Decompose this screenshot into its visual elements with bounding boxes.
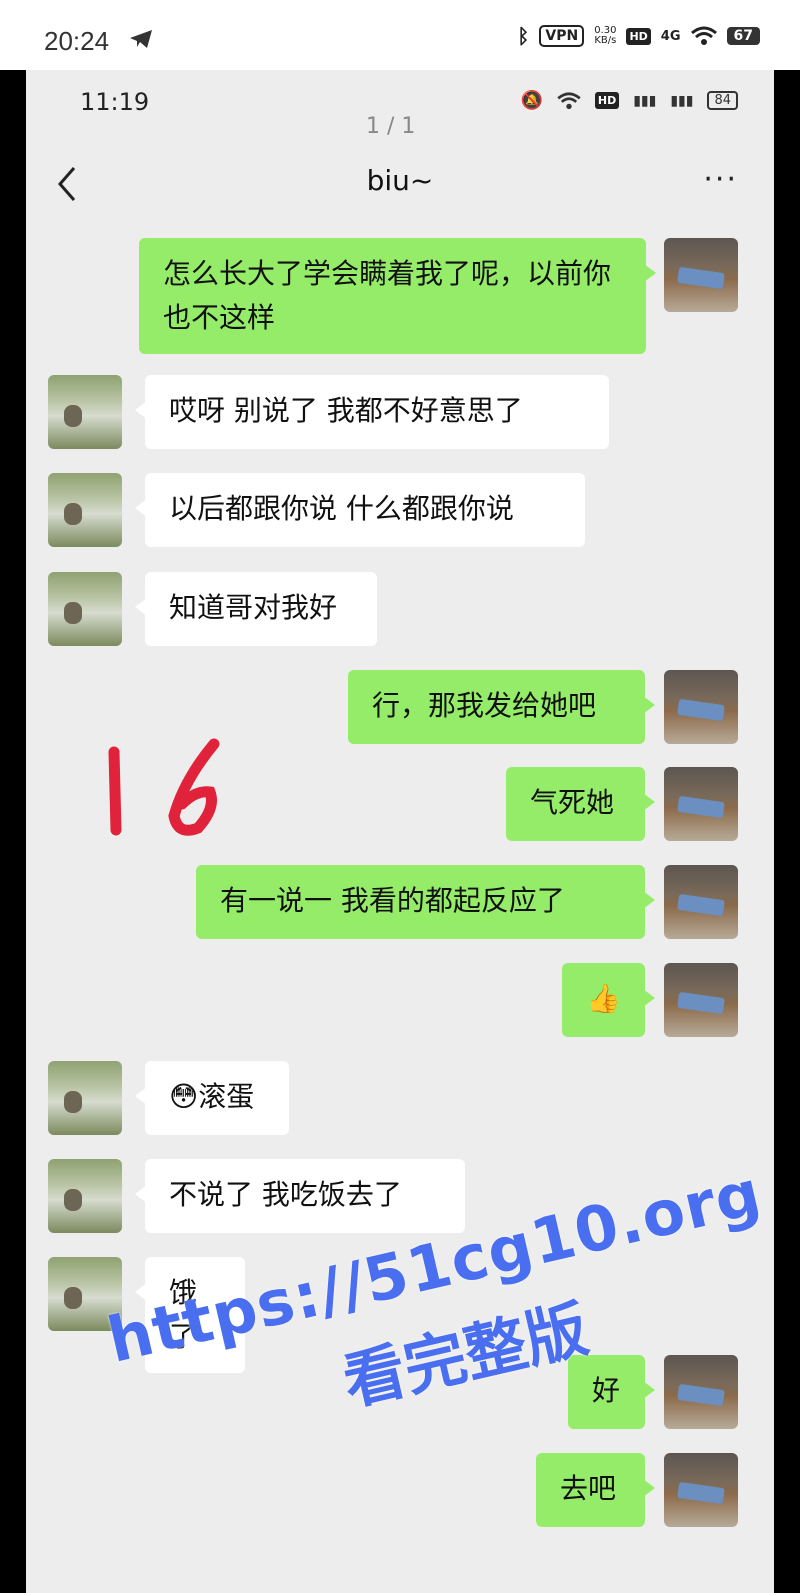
message-row: 有一说一 我看的都起反应了 <box>26 865 774 939</box>
page-indicator: 1 / 1 <box>366 114 416 139</box>
inner-clock: 11:19 <box>80 88 150 116</box>
chat-header: biu~ ··· <box>26 150 774 220</box>
chat-screen: 11:19 🔕 HD ▮▮▮ ▮▮▮ 84 1 / 1 biu~ ··· 怎么长… <box>26 70 774 1593</box>
signal-4g-icon: 4G <box>660 28 681 44</box>
contact-avatar[interactable] <box>48 572 122 646</box>
received-message-bubble[interactable]: 以后都跟你说 什么都跟你说 <box>135 473 585 547</box>
my-avatar[interactable] <box>664 767 738 841</box>
inner-status-icons: 🔕 HD ▮▮▮ ▮▮▮ 84 <box>520 90 738 111</box>
my-avatar[interactable] <box>664 865 738 939</box>
message-row: 哎呀 别说了 我都不好意思了 <box>26 375 774 449</box>
hd-icon: HD <box>594 92 620 109</box>
message-row: 以后都跟你说 什么都跟你说 <box>26 473 774 547</box>
my-avatar[interactable] <box>664 963 738 1037</box>
battery-icon: 67 <box>726 27 760 45</box>
bluetooth-icon: ᛒ <box>517 24 530 48</box>
wifi-icon <box>557 91 581 109</box>
vpn-badge: VPN <box>539 25 585 47</box>
signal-icon-2: ▮▮▮ <box>670 92 694 109</box>
hd-icon: HD <box>626 27 651 45</box>
sent-message-bubble[interactable]: 怎么长大了学会瞒着我了呢，以前你也不这样 <box>139 238 656 354</box>
received-message-bubble[interactable]: 😳滚蛋 <box>135 1061 289 1135</box>
sent-message-bubble[interactable]: 👍 <box>562 963 655 1037</box>
contact-avatar[interactable] <box>48 1159 122 1233</box>
network-speed: 0.30 KB/s <box>594 25 617 46</box>
signal-icon: ▮▮▮ <box>633 92 657 109</box>
more-options-icon[interactable]: ··· <box>703 162 738 197</box>
contact-avatar[interactable] <box>48 1061 122 1135</box>
message-row: 😳滚蛋 <box>26 1061 774 1135</box>
message-row: 不说了 我吃饭去了 <box>26 1159 774 1233</box>
contact-avatar[interactable] <box>48 1257 122 1331</box>
contact-avatar[interactable] <box>48 473 122 547</box>
chat-title: biu~ <box>366 164 434 197</box>
status-icons: ᛒ VPN 0.30 KB/s HD 4G 67 <box>517 24 760 48</box>
sent-message-bubble[interactable]: 气死她 <box>506 767 655 841</box>
battery-icon: 84 <box>707 91 738 110</box>
telegram-icon <box>130 30 152 48</box>
sent-message-bubble[interactable]: 行，那我发给她吧 <box>348 670 655 744</box>
message-row: 👍 <box>26 963 774 1037</box>
handwritten-mark <box>108 738 220 836</box>
sent-message-bubble[interactable]: 好 <box>568 1355 655 1429</box>
received-message-bubble[interactable]: 不说了 我吃饭去了 <box>135 1159 465 1233</box>
my-avatar[interactable] <box>664 1453 738 1527</box>
sent-message-bubble[interactable]: 去吧 <box>536 1453 655 1527</box>
system-status-bar: 20:24 ᛒ VPN 0.30 KB/s HD 4G 67 <box>0 0 800 70</box>
received-message-bubble[interactable]: 哎呀 别说了 我都不好意思了 <box>135 375 609 449</box>
sent-message-bubble[interactable]: 有一说一 我看的都起反应了 <box>196 865 655 939</box>
clock: 20:24 <box>44 26 110 56</box>
message-row: 好 <box>26 1355 774 1429</box>
mute-bell-icon: 🔕 <box>520 90 543 111</box>
wifi-icon <box>690 26 717 45</box>
received-message-bubble[interactable]: 知道哥对我好 <box>135 572 377 646</box>
message-row: 知道哥对我好 <box>26 572 774 646</box>
message-row: 饿了 <box>26 1257 774 1373</box>
my-avatar[interactable] <box>664 1355 738 1429</box>
message-row: 怎么长大了学会瞒着我了呢，以前你也不这样 <box>26 238 774 354</box>
contact-avatar[interactable] <box>48 375 122 449</box>
my-avatar[interactable] <box>664 670 738 744</box>
my-avatar[interactable] <box>664 238 738 312</box>
message-row: 去吧 <box>26 1453 774 1527</box>
